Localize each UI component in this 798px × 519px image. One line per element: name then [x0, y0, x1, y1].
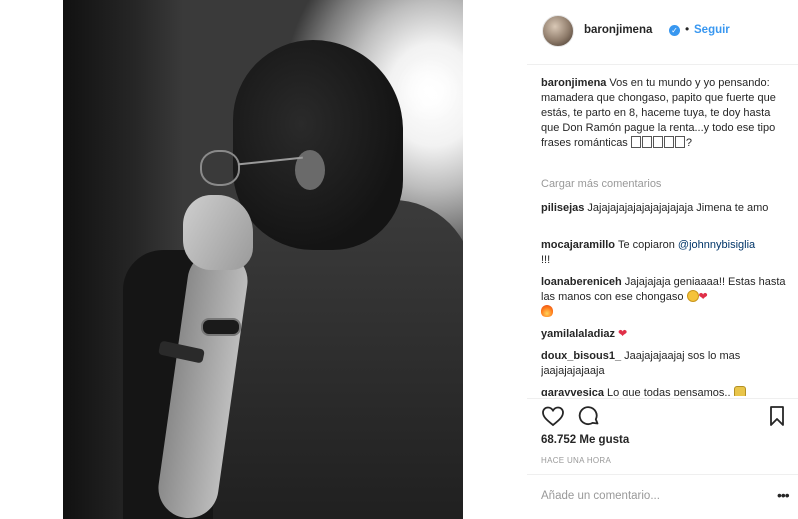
car-door-handle — [201, 318, 241, 336]
comment-username[interactable]: pilisejas — [541, 202, 584, 214]
verified-badge-icon: ✓ — [669, 25, 680, 36]
header-divider — [527, 64, 798, 65]
man-hand — [183, 195, 253, 270]
comment-item: garayvesica Lo que todas pensamos.. — [541, 386, 787, 396]
post-side-panel: baronjimena ✓ • Seguir baronjimena Vos en… — [527, 0, 798, 519]
action-bar — [541, 404, 787, 428]
comment-item: pilisejas Jajajajajajajajajajajaja Jimena… — [541, 201, 787, 216]
post-timestamp: HACE UNA HORA — [541, 456, 612, 465]
likes-count[interactable]: 68.752 Me gusta — [541, 434, 629, 446]
comment-username[interactable]: mocajaramillo — [541, 239, 615, 251]
actions-divider — [527, 398, 798, 399]
comment-item: yamilalaladiaz ❤ — [541, 327, 787, 342]
load-more-comments-button[interactable]: Cargar más comentarios — [541, 178, 661, 190]
input-divider — [527, 474, 798, 475]
comment-text: Lo que todas pensamos.. — [607, 387, 731, 396]
heart-emoji-icon: ❤ — [698, 291, 708, 303]
comment-item: mocajaramillo Te copiaron @johnnybisiglia… — [541, 238, 787, 268]
comment-username[interactable]: yamilalaladiaz — [541, 328, 615, 340]
comment-text: Te copiaron — [617, 239, 675, 251]
heart-outline-icon[interactable] — [541, 404, 565, 428]
follow-button[interactable]: Seguir — [694, 24, 730, 36]
comment-mention-link[interactable]: @johnnybisiglia — [678, 239, 755, 251]
comment-username[interactable]: loanabereniceh — [541, 276, 622, 288]
post-header: baronjimena ✓ • Seguir — [527, 0, 798, 64]
emoji-icon — [733, 386, 746, 396]
comment-text-end: !!! — [541, 254, 551, 266]
comment-bubble-icon[interactable] — [577, 404, 601, 428]
smile-emoji-icon — [686, 290, 699, 302]
caption-suffix: ? — [685, 137, 692, 149]
post-photo[interactable] — [63, 0, 463, 519]
comment-text: Jajajajajajajajajajajaja Jimena te amo — [587, 202, 769, 214]
caption-username[interactable]: baronjimena — [541, 77, 606, 89]
sun-flare — [393, 60, 463, 120]
add-comment-input[interactable] — [541, 490, 761, 502]
comment-username[interactable]: doux_bisous1_ — [541, 350, 621, 362]
comment-username[interactable]: garayvesica — [541, 387, 604, 396]
header-username[interactable]: baronjimena — [584, 24, 652, 36]
bookmark-icon[interactable] — [765, 404, 789, 428]
fire-emoji-icon — [541, 305, 553, 317]
comments-list[interactable]: baronjimena Vos en tu mundo y yo pensando… — [541, 76, 787, 396]
avatar[interactable] — [542, 15, 574, 47]
glasses — [200, 150, 240, 186]
comment-item: doux_bisous1_ Jaajajajaajaj sos lo mas ja… — [541, 349, 787, 379]
heart-emoji-icon: ❤ — [618, 328, 628, 340]
separator-dot: • — [685, 22, 690, 36]
comment-item: loanabereniceh Jajajajaja geniaaaa!! Esta… — [541, 275, 787, 320]
caption: baronjimena Vos en tu mundo y yo pensando… — [541, 76, 787, 151]
emoji-placeholders — [630, 136, 686, 149]
more-options-button[interactable]: ••• — [777, 487, 790, 503]
man-head — [233, 40, 403, 250]
